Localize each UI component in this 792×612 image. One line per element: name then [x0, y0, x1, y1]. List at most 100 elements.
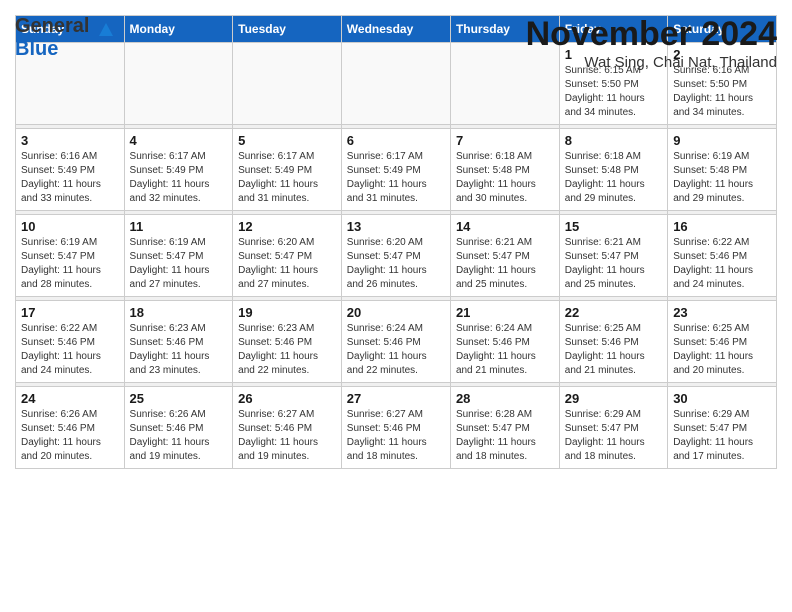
calendar-cell: 7 Sunrise: 6:18 AM Sunset: 5:48 PM Daylig… [450, 129, 559, 211]
day-info: Sunrise: 6:19 AM Sunset: 5:48 PM Dayligh… [673, 150, 771, 206]
day-number: 12 [238, 219, 336, 234]
calendar-cell: 11 Sunrise: 6:19 AM Sunset: 5:47 PM Dayli… [124, 215, 233, 297]
calendar-cell: 13 Sunrise: 6:20 AM Sunset: 5:47 PM Dayli… [341, 215, 450, 297]
calendar-week-row: 3 Sunrise: 6:16 AM Sunset: 5:49 PM Daylig… [16, 129, 777, 211]
calendar-cell: 26 Sunrise: 6:27 AM Sunset: 5:46 PM Dayli… [233, 387, 342, 469]
day-number: 3 [21, 133, 119, 148]
day-info: Sunrise: 6:19 AM Sunset: 5:47 PM Dayligh… [21, 236, 119, 292]
day-number: 21 [456, 305, 554, 320]
day-info: Sunrise: 6:23 AM Sunset: 5:46 PM Dayligh… [130, 322, 228, 378]
day-number: 6 [347, 133, 445, 148]
day-info: Sunrise: 6:24 AM Sunset: 5:46 PM Dayligh… [456, 322, 554, 378]
day-info: Sunrise: 6:21 AM Sunset: 5:47 PM Dayligh… [565, 236, 662, 292]
day-info: Sunrise: 6:17 AM Sunset: 5:49 PM Dayligh… [347, 150, 445, 206]
day-info: Sunrise: 6:18 AM Sunset: 5:48 PM Dayligh… [456, 150, 554, 206]
calendar-cell: 28 Sunrise: 6:28 AM Sunset: 5:47 PM Dayli… [450, 387, 559, 469]
title-block-fixed: November 2024 Wat Sing, Chai Nat, Thaila… [526, 15, 777, 71]
day-info: Sunrise: 6:19 AM Sunset: 5:47 PM Dayligh… [130, 236, 228, 292]
day-number: 28 [456, 391, 554, 406]
calendar-cell: 30 Sunrise: 6:29 AM Sunset: 5:47 PM Dayli… [668, 387, 777, 469]
calendar-week-row: 24 Sunrise: 6:26 AM Sunset: 5:46 PM Dayli… [16, 387, 777, 469]
day-info: Sunrise: 6:20 AM Sunset: 5:47 PM Dayligh… [238, 236, 336, 292]
day-number: 5 [238, 133, 336, 148]
day-info: Sunrise: 6:26 AM Sunset: 5:46 PM Dayligh… [21, 408, 119, 464]
calendar-cell [124, 43, 233, 125]
day-info: Sunrise: 6:27 AM Sunset: 5:46 PM Dayligh… [347, 408, 445, 464]
day-number: 4 [130, 133, 228, 148]
day-number: 14 [456, 219, 554, 234]
calendar-cell: 12 Sunrise: 6:20 AM Sunset: 5:47 PM Dayli… [233, 215, 342, 297]
calendar-cell: 17 Sunrise: 6:22 AM Sunset: 5:46 PM Dayli… [16, 301, 125, 383]
day-info: Sunrise: 6:15 AM Sunset: 5:50 PM Dayligh… [565, 64, 662, 120]
calendar-cell [233, 43, 342, 125]
location-label: Wat Sing, Chai Nat, Thailand [526, 54, 777, 71]
day-number: 11 [130, 219, 228, 234]
calendar-cell [341, 43, 450, 125]
calendar-table: Sunday Monday Tuesday Wednesday Thursday… [15, 15, 777, 469]
calendar-cell: 19 Sunrise: 6:23 AM Sunset: 5:46 PM Dayli… [233, 301, 342, 383]
calendar-cell: 6 Sunrise: 6:17 AM Sunset: 5:49 PM Daylig… [341, 129, 450, 211]
day-info: Sunrise: 6:20 AM Sunset: 5:47 PM Dayligh… [347, 236, 445, 292]
calendar-cell: 24 Sunrise: 6:26 AM Sunset: 5:46 PM Dayli… [16, 387, 125, 469]
day-info: Sunrise: 6:17 AM Sunset: 5:49 PM Dayligh… [238, 150, 336, 206]
calendar-cell: 21 Sunrise: 6:24 AM Sunset: 5:46 PM Dayli… [450, 301, 559, 383]
header-monday: Monday [124, 16, 233, 43]
day-number: 16 [673, 219, 771, 234]
day-number: 10 [21, 219, 119, 234]
day-info: Sunrise: 6:18 AM Sunset: 5:48 PM Dayligh… [565, 150, 662, 206]
calendar-cell: 22 Sunrise: 6:25 AM Sunset: 5:46 PM Dayli… [559, 301, 667, 383]
calendar-cell: 23 Sunrise: 6:25 AM Sunset: 5:46 PM Dayli… [668, 301, 777, 383]
calendar-week-row: 10 Sunrise: 6:19 AM Sunset: 5:47 PM Dayli… [16, 215, 777, 297]
day-number: 18 [130, 305, 228, 320]
month-year-title: November 2024 [526, 15, 777, 54]
calendar-cell: 14 Sunrise: 6:21 AM Sunset: 5:47 PM Dayli… [450, 215, 559, 297]
day-number: 15 [565, 219, 662, 234]
calendar-cell: 20 Sunrise: 6:24 AM Sunset: 5:46 PM Dayli… [341, 301, 450, 383]
day-info: Sunrise: 6:22 AM Sunset: 5:46 PM Dayligh… [21, 322, 119, 378]
calendar-cell: 16 Sunrise: 6:22 AM Sunset: 5:46 PM Dayli… [668, 215, 777, 297]
day-number: 8 [565, 133, 662, 148]
day-number: 24 [21, 391, 119, 406]
day-info: Sunrise: 6:25 AM Sunset: 5:46 PM Dayligh… [565, 322, 662, 378]
day-info: Sunrise: 6:21 AM Sunset: 5:47 PM Dayligh… [456, 236, 554, 292]
calendar-week-row: 17 Sunrise: 6:22 AM Sunset: 5:46 PM Dayli… [16, 301, 777, 383]
calendar-cell: 3 Sunrise: 6:16 AM Sunset: 5:49 PM Daylig… [16, 129, 125, 211]
calendar-cell: 27 Sunrise: 6:27 AM Sunset: 5:46 PM Dayli… [341, 387, 450, 469]
calendar-cell: 15 Sunrise: 6:21 AM Sunset: 5:47 PM Dayli… [559, 215, 667, 297]
day-info: Sunrise: 6:24 AM Sunset: 5:46 PM Dayligh… [347, 322, 445, 378]
day-number: 9 [673, 133, 771, 148]
calendar-cell: 5 Sunrise: 6:17 AM Sunset: 5:49 PM Daylig… [233, 129, 342, 211]
day-info: Sunrise: 6:28 AM Sunset: 5:47 PM Dayligh… [456, 408, 554, 464]
calendar-cell: 8 Sunrise: 6:18 AM Sunset: 5:48 PM Daylig… [559, 129, 667, 211]
calendar-cell: 4 Sunrise: 6:17 AM Sunset: 5:49 PM Daylig… [124, 129, 233, 211]
header-wednesday: Wednesday [341, 16, 450, 43]
day-number: 27 [347, 391, 445, 406]
day-info: Sunrise: 6:29 AM Sunset: 5:47 PM Dayligh… [673, 408, 771, 464]
header-tuesday: Tuesday [233, 16, 342, 43]
day-info: Sunrise: 6:29 AM Sunset: 5:47 PM Dayligh… [565, 408, 662, 464]
calendar-cell: 9 Sunrise: 6:19 AM Sunset: 5:48 PM Daylig… [668, 129, 777, 211]
calendar-cell: 10 Sunrise: 6:19 AM Sunset: 5:47 PM Dayli… [16, 215, 125, 297]
calendar-cell: 25 Sunrise: 6:26 AM Sunset: 5:46 PM Dayli… [124, 387, 233, 469]
day-number: 25 [130, 391, 228, 406]
day-number: 19 [238, 305, 336, 320]
day-info: Sunrise: 6:16 AM Sunset: 5:50 PM Dayligh… [673, 64, 771, 120]
day-number: 17 [21, 305, 119, 320]
day-number: 29 [565, 391, 662, 406]
day-number: 23 [673, 305, 771, 320]
calendar-cell: 18 Sunrise: 6:23 AM Sunset: 5:46 PM Dayli… [124, 301, 233, 383]
day-info: Sunrise: 6:25 AM Sunset: 5:46 PM Dayligh… [673, 322, 771, 378]
day-info: Sunrise: 6:27 AM Sunset: 5:46 PM Dayligh… [238, 408, 336, 464]
day-info: Sunrise: 6:22 AM Sunset: 5:46 PM Dayligh… [673, 236, 771, 292]
day-info: Sunrise: 6:16 AM Sunset: 5:49 PM Dayligh… [21, 150, 119, 206]
day-number: 30 [673, 391, 771, 406]
day-number: 20 [347, 305, 445, 320]
logo-block: General Blue [15, 15, 113, 61]
day-info: Sunrise: 6:23 AM Sunset: 5:46 PM Dayligh… [238, 322, 336, 378]
day-number: 7 [456, 133, 554, 148]
day-number: 22 [565, 305, 662, 320]
day-number: 13 [347, 219, 445, 234]
day-info: Sunrise: 6:17 AM Sunset: 5:49 PM Dayligh… [130, 150, 228, 206]
day-number: 26 [238, 391, 336, 406]
day-info: Sunrise: 6:26 AM Sunset: 5:46 PM Dayligh… [130, 408, 228, 464]
